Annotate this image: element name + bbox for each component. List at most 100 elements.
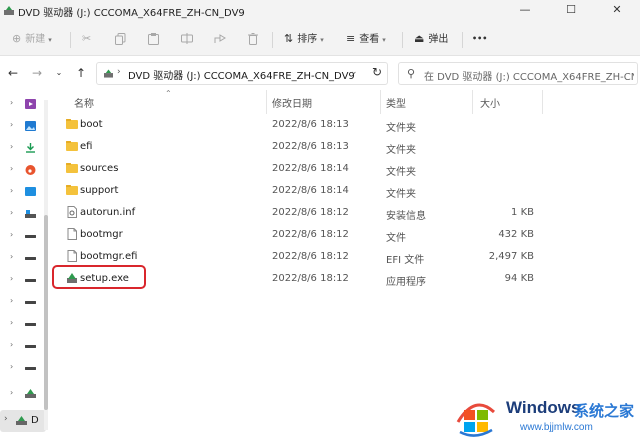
folder-icon bbox=[66, 185, 78, 195]
nav-item-drive[interactable]: › bbox=[0, 248, 44, 268]
watermark-url: www.bjjmlw.com bbox=[520, 422, 593, 433]
paste-icon bbox=[148, 33, 159, 45]
sort-icon: ⇅ bbox=[284, 32, 294, 45]
chevron-right-icon: › bbox=[10, 98, 14, 107]
nav-item-drive[interactable]: › bbox=[0, 358, 44, 378]
chevron-right-icon: › bbox=[10, 252, 14, 261]
view-button[interactable]: ≡ 查看 ▾ bbox=[346, 30, 386, 48]
search-placeholder: 在 DVD 驱动器 (J:) CCCOMA_X64FRE_ZH-CN_DV9 中… bbox=[424, 72, 634, 83]
nav-item-drive[interactable]: › bbox=[0, 270, 44, 290]
more-options-button[interactable]: ••• bbox=[472, 30, 487, 48]
refresh-button[interactable]: ↻ bbox=[372, 65, 382, 79]
file-type: 应用程序 bbox=[386, 277, 426, 288]
column-divider[interactable] bbox=[542, 90, 543, 114]
folder-icon bbox=[66, 119, 78, 129]
column-divider[interactable] bbox=[266, 90, 267, 114]
share-button[interactable] bbox=[214, 30, 226, 48]
address-path[interactable]: DVD 驱动器 (J:) CCCOMA_X64FRE_ZH-CN_DV9 bbox=[128, 67, 355, 82]
minimize-button[interactable]: — bbox=[502, 0, 548, 22]
file-name: support bbox=[80, 185, 119, 196]
watermark: Windows 系统之家 www.bjjmlw.com bbox=[450, 392, 640, 438]
address-row: ← → ⌄ ↑ › DVD 驱动器 (J:) CCCOMA_X64FRE_ZH-… bbox=[0, 56, 640, 90]
rename-button[interactable] bbox=[181, 30, 193, 48]
close-button[interactable]: ✕ bbox=[594, 0, 640, 22]
chevron-right-icon: › bbox=[10, 164, 14, 173]
nav-selected-label: D bbox=[31, 415, 39, 426]
folder-icon bbox=[66, 163, 78, 173]
copy-button[interactable] bbox=[115, 30, 126, 48]
cut-button[interactable]: ✂ bbox=[82, 30, 95, 48]
watermark-brand: Windows bbox=[506, 398, 581, 417]
nav-item-selected[interactable]: › D bbox=[0, 410, 46, 432]
file-name: boot bbox=[80, 119, 103, 130]
nav-item-videos[interactable]: › bbox=[0, 94, 44, 114]
file-row[interactable]: autorun.inf 2022/8/6 18:12 安装信息 1 KB bbox=[56, 202, 640, 224]
eject-button[interactable]: ⏏ 弹出 bbox=[414, 30, 448, 48]
file-size: 2,497 KB bbox=[488, 251, 534, 262]
file-name: autorun.inf bbox=[80, 207, 136, 218]
nav-item-drive[interactable]: › bbox=[0, 292, 44, 312]
file-name: bootmgr.efi bbox=[80, 251, 138, 262]
column-divider[interactable] bbox=[380, 90, 381, 114]
eject-icon: ⏏ bbox=[414, 32, 425, 45]
file-row[interactable]: boot 2022/8/6 18:13 文件夹 bbox=[56, 114, 640, 136]
file-icon bbox=[67, 228, 77, 240]
dvd-drive-icon bbox=[16, 416, 27, 425]
search-box[interactable]: ⚲ 在 DVD 驱动器 (J:) CCCOMA_X64FRE_ZH-CN_DV9… bbox=[398, 62, 638, 85]
column-header-size[interactable]: 大小 bbox=[480, 95, 500, 110]
dvd-drive-icon bbox=[4, 6, 14, 15]
file-row[interactable]: bootmgr.efi 2022/8/6 18:12 EFI 文件 2,497 KB bbox=[56, 246, 640, 268]
nav-item-drive[interactable]: › bbox=[0, 314, 44, 334]
maximize-button[interactable]: ☐ bbox=[548, 0, 594, 22]
sort-button[interactable]: ⇅ 排序 ▾ bbox=[284, 30, 324, 48]
nav-item-drive[interactable]: › bbox=[0, 336, 44, 356]
delete-button[interactable] bbox=[248, 30, 258, 48]
back-button[interactable]: ← bbox=[4, 65, 22, 81]
dvd-drive-icon bbox=[104, 69, 113, 78]
nav-item-dvd-drive[interactable]: › bbox=[0, 384, 44, 404]
nav-item-drive[interactable]: › bbox=[0, 226, 44, 246]
file-date: 2022/8/6 18:12 bbox=[272, 207, 349, 218]
drive-icon bbox=[25, 367, 36, 370]
file-row[interactable]: sources 2022/8/6 18:14 文件夹 bbox=[56, 158, 640, 180]
nav-item-downloads[interactable]: › bbox=[0, 138, 44, 158]
column-divider[interactable] bbox=[472, 90, 473, 114]
chevron-right-icon: › bbox=[10, 142, 14, 151]
file-row[interactable]: bootmgr 2022/8/6 18:12 文件 432 KB bbox=[56, 224, 640, 246]
nav-item-pictures[interactable]: › bbox=[0, 116, 44, 136]
chevron-right-icon: › bbox=[4, 414, 8, 424]
chevron-right-icon: › bbox=[10, 388, 14, 397]
nav-item-desktop[interactable]: › bbox=[0, 182, 44, 202]
nav-item-drive-c[interactable]: › bbox=[0, 204, 44, 224]
nav-item-music[interactable]: › bbox=[0, 160, 44, 180]
file-date: 2022/8/6 18:14 bbox=[272, 163, 349, 174]
forward-button[interactable]: → bbox=[28, 65, 46, 81]
nav-scrollbar-thumb[interactable] bbox=[44, 215, 48, 410]
chevron-right-icon: › bbox=[10, 208, 14, 217]
file-type: 文件夹 bbox=[386, 167, 416, 178]
file-row[interactable]: support 2022/8/6 18:14 文件夹 bbox=[56, 180, 640, 202]
drive-icon bbox=[25, 257, 36, 260]
chevron-down-icon: ⌄ bbox=[55, 68, 63, 77]
up-button[interactable]: ↑ bbox=[72, 65, 90, 81]
file-row[interactable]: efi 2022/8/6 18:13 文件夹 bbox=[56, 136, 640, 158]
file-date: 2022/8/6 18:12 bbox=[272, 251, 349, 262]
column-header-date[interactable]: 修改日期 bbox=[272, 95, 312, 110]
arrow-right-icon: → bbox=[31, 66, 43, 80]
dvd-drive-icon bbox=[25, 389, 36, 398]
address-dropdown-button[interactable]: ⌄ bbox=[350, 67, 358, 77]
file-type: 文件夹 bbox=[386, 145, 416, 156]
drive-icon bbox=[25, 235, 36, 238]
drive-icon bbox=[25, 345, 36, 348]
share-icon bbox=[214, 34, 226, 43]
cut-icon: ✂ bbox=[82, 32, 92, 45]
file-type: 安装信息 bbox=[386, 211, 426, 222]
recent-locations-button[interactable]: ⌄ bbox=[50, 65, 68, 81]
eject-label: 弹出 bbox=[428, 34, 449, 45]
paste-button[interactable] bbox=[148, 30, 159, 48]
new-button[interactable]: ⊕ 新建 ▾ bbox=[12, 30, 52, 48]
file-size: 94 KB bbox=[504, 273, 534, 284]
column-header-type[interactable]: 类型 bbox=[386, 95, 406, 110]
address-bar[interactable]: › DVD 驱动器 (J:) CCCOMA_X64FRE_ZH-CN_DV9 ⌄ bbox=[96, 62, 388, 85]
column-header-name[interactable]: 名称 bbox=[74, 95, 94, 110]
